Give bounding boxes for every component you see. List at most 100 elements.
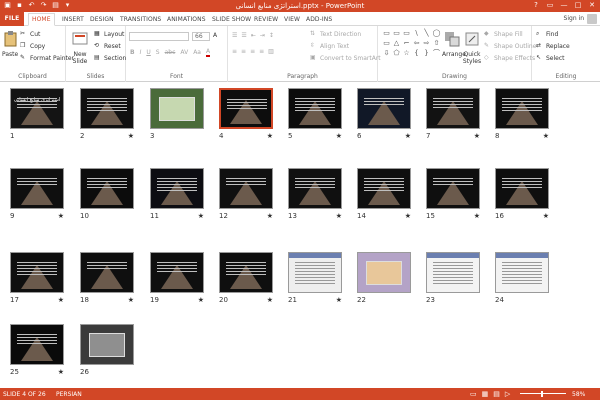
slide-thumbnail[interactable]: 8 ★ <box>495 88 549 142</box>
tab-file[interactable]: FILE <box>0 12 24 26</box>
slide-sorter-view-icon[interactable]: ▦ <box>482 390 489 398</box>
layout-button[interactable]: ▦ Layout <box>94 30 124 38</box>
reading-view-icon[interactable]: ▤ <box>493 390 500 398</box>
justify-icon[interactable]: ≡ <box>259 48 264 55</box>
replace-button[interactable]: ⇄ Replace <box>536 42 570 50</box>
animation-star-icon[interactable]: ★ <box>405 212 411 220</box>
shape-icon[interactable]: ◯ <box>432 29 441 38</box>
close-icon[interactable]: ✕ <box>586 0 598 11</box>
zoom-slider-thumb[interactable] <box>541 391 543 397</box>
tab-review[interactable]: REVIEW <box>254 14 278 25</box>
slide-thumbnail[interactable]: 6 ★ <box>357 88 411 142</box>
animation-star-icon[interactable]: ★ <box>474 132 480 140</box>
shape-icon[interactable]: ╲ <box>422 29 431 38</box>
shape-icon[interactable]: ⇩ <box>382 49 391 58</box>
animation-star-icon[interactable]: ★ <box>128 132 134 140</box>
slide-thumbnail[interactable]: 21 ★ <box>288 252 342 306</box>
slide-thumbnail[interactable]: 17 ★ <box>10 252 64 306</box>
slide-thumbnail[interactable]: 22 <box>357 252 411 306</box>
slide-thumbnail[interactable]: 13 ★ <box>288 168 342 222</box>
slide-thumbnail[interactable]: 5 ★ <box>288 88 342 142</box>
shape-outline-button[interactable]: ✎ Shape Outline <box>484 42 536 50</box>
shape-fill-button[interactable]: ◆ Shape Fill <box>484 30 523 38</box>
slide-thumbnail[interactable]: 7 ★ <box>426 88 480 142</box>
slide-thumbnail[interactable]: 3 <box>150 88 204 142</box>
normal-view-icon[interactable]: ▭ <box>470 390 477 398</box>
zoom-level[interactable]: 58% <box>572 391 585 398</box>
help-icon[interactable]: ? <box>530 0 542 11</box>
select-button[interactable]: ↖ Select <box>536 54 565 62</box>
shape-icon[interactable]: ▭ <box>392 29 401 38</box>
animation-star-icon[interactable]: ★ <box>198 296 204 304</box>
language-status[interactable]: PERSIAN <box>56 391 82 398</box>
slide-thumbnail[interactable]: 25 ★ <box>10 324 64 378</box>
change-case-button[interactable]: Aa <box>193 49 201 56</box>
maximize-icon[interactable]: □ <box>572 0 584 11</box>
slide-thumbnail[interactable]: 15 ★ <box>426 168 480 222</box>
align-right-icon[interactable]: ≡ <box>250 48 255 55</box>
shape-icon[interactable]: ⇨ <box>422 39 431 48</box>
align-left-icon[interactable]: ≡ <box>232 48 237 55</box>
slide-thumbnail[interactable]: 10 <box>80 168 134 222</box>
font-size-combo[interactable]: 66 <box>192 32 210 41</box>
bullets-icon[interactable]: ☰ <box>232 32 237 39</box>
font-color-button[interactable]: A <box>205 48 211 57</box>
shape-icon[interactable]: ⇧ <box>432 39 441 48</box>
new-slide-button[interactable]: New Slide <box>70 30 90 65</box>
slide-thumbnail[interactable]: 12 ★ <box>219 168 273 222</box>
reset-button[interactable]: ⟲ Reset <box>94 42 121 50</box>
arrange-button[interactable]: Arrange <box>442 30 466 58</box>
tab-slide-show[interactable]: SLIDE SHOW <box>212 14 251 25</box>
shape-icon[interactable]: ▭ <box>382 39 391 48</box>
minimize-icon[interactable]: — <box>558 0 570 11</box>
slide-thumbnail[interactable]: 18 ★ <box>80 252 134 306</box>
shape-icon[interactable]: △ <box>392 39 401 48</box>
animation-star-icon[interactable]: ★ <box>267 296 273 304</box>
slide-thumbnail[interactable]: 4 ★ <box>219 88 273 142</box>
slide-thumbnail[interactable]: 14 ★ <box>357 168 411 222</box>
zoom-slider[interactable] <box>520 393 566 394</box>
line-spacing-icon[interactable]: ↕ <box>269 32 274 39</box>
tab-view[interactable]: VIEW <box>284 14 300 25</box>
shape-icon[interactable]: ⌒ <box>432 49 441 58</box>
tab-transitions[interactable]: TRANSITIONS <box>120 14 161 25</box>
slide-thumbnail[interactable]: 9 ★ <box>10 168 64 222</box>
slide-thumbnail[interactable]: 16 ★ <box>495 168 549 222</box>
shape-icon[interactable]: ☆ <box>402 49 411 58</box>
shape-icon[interactable]: ⇦ <box>412 39 421 48</box>
slide-thumbnail[interactable]: 11 ★ <box>150 168 204 222</box>
grow-font-button[interactable]: A <box>213 32 217 39</box>
italic-button[interactable]: I <box>140 49 142 56</box>
character-spacing-button[interactable]: AV <box>180 49 188 56</box>
slide-thumbnail[interactable]: 20 ★ <box>219 252 273 306</box>
slide-thumbnail[interactable]: 24 <box>495 252 549 306</box>
animation-star-icon[interactable]: ★ <box>336 296 342 304</box>
user-avatar-icon[interactable] <box>587 14 597 24</box>
tab-home[interactable]: HOME <box>28 13 55 26</box>
cut-button[interactable]: ✂ Cut <box>20 30 40 38</box>
paste-button[interactable]: Paste <box>2 30 18 58</box>
animation-star-icon[interactable]: ★ <box>474 212 480 220</box>
animation-star-icon[interactable]: ★ <box>267 132 273 140</box>
ribbon-display-options-icon[interactable]: ▭ <box>544 0 556 11</box>
section-button[interactable]: ▤ Section <box>94 54 126 62</box>
shape-icon[interactable]: ⌐ <box>402 39 411 48</box>
slide-show-icon[interactable]: ▷ <box>505 390 510 398</box>
tab-add-ins[interactable]: ADD-INS <box>306 14 332 25</box>
bold-button[interactable]: B <box>130 49 135 56</box>
shape-icon[interactable]: \ <box>412 29 421 38</box>
animation-star-icon[interactable]: ★ <box>336 132 342 140</box>
slide-thumbnail[interactable]: 19 ★ <box>150 252 204 306</box>
quick-styles-button[interactable]: Quick Styles <box>462 30 482 65</box>
text-direction-button[interactable]: ⇅ Text Direction <box>310 30 361 38</box>
animation-star-icon[interactable]: ★ <box>543 212 549 220</box>
animation-star-icon[interactable]: ★ <box>405 132 411 140</box>
columns-icon[interactable]: ▥ <box>268 48 274 55</box>
animation-star-icon[interactable]: ★ <box>128 296 134 304</box>
slide-thumbnail[interactable]: استراتژی منابع انسانی 1 <box>10 88 64 142</box>
find-button[interactable]: ⌕ Find <box>536 30 558 38</box>
shape-icon[interactable]: ▭ <box>382 29 391 38</box>
animation-star-icon[interactable]: ★ <box>336 212 342 220</box>
shadow-button[interactable]: S <box>156 49 160 56</box>
slide-thumbnail[interactable]: 26 <box>80 324 134 378</box>
